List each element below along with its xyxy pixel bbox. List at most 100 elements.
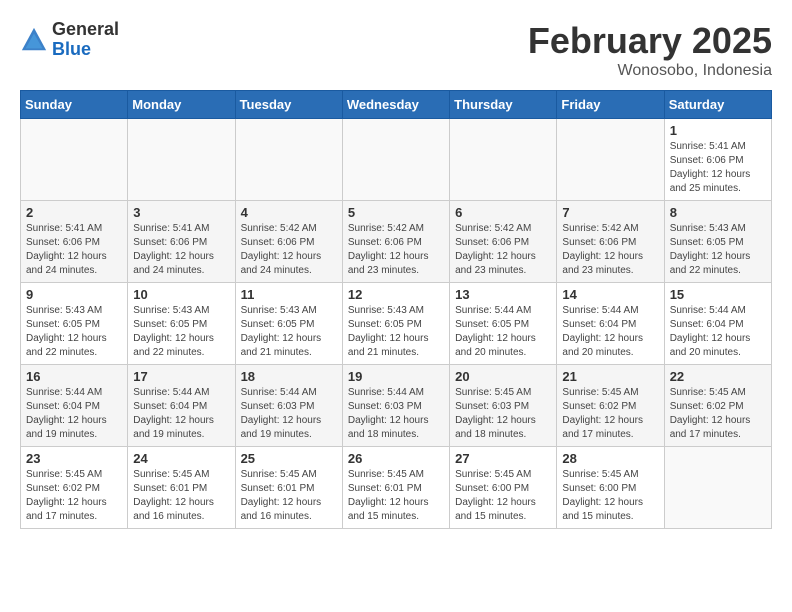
calendar-cell [450, 119, 557, 201]
day-info: Sunrise: 5:42 AM Sunset: 6:06 PM Dayligh… [455, 222, 551, 278]
calendar-cell: 24 Sunrise: 5:45 AM Sunset: 6:01 PM Dayli… [128, 447, 235, 529]
calendar-cell: 3 Sunrise: 5:41 AM Sunset: 6:06 PM Daylig… [128, 201, 235, 283]
day-info: Sunrise: 5:44 AM Sunset: 6:04 PM Dayligh… [562, 304, 658, 360]
day-number: 9 [26, 287, 122, 302]
day-number: 1 [670, 123, 766, 138]
day-info: Sunrise: 5:44 AM Sunset: 6:03 PM Dayligh… [348, 386, 444, 442]
calendar-cell: 19 Sunrise: 5:44 AM Sunset: 6:03 PM Dayli… [342, 365, 449, 447]
day-info: Sunrise: 5:45 AM Sunset: 6:00 PM Dayligh… [562, 468, 658, 524]
day-number: 5 [348, 205, 444, 220]
calendar-cell: 1 Sunrise: 5:41 AM Sunset: 6:06 PM Daylig… [664, 119, 771, 201]
day-number: 11 [241, 287, 337, 302]
title-block: February 2025 Wonosobo, Indonesia [528, 20, 772, 80]
weekday-header-row: SundayMondayTuesdayWednesdayThursdayFrid… [21, 91, 772, 119]
calendar-cell: 26 Sunrise: 5:45 AM Sunset: 6:01 PM Dayli… [342, 447, 449, 529]
calendar-cell: 13 Sunrise: 5:44 AM Sunset: 6:05 PM Dayli… [450, 283, 557, 365]
day-number: 17 [133, 369, 229, 384]
week-row-3: 16Sunrise: 5:44 AM Sunset: 6:04 PM Dayli… [21, 365, 772, 447]
calendar-cell: 27Sunrise: 5:45 AM Sunset: 6:00 PM Dayli… [450, 447, 557, 529]
calendar-cell: 15 Sunrise: 5:44 AM Sunset: 6:04 PM Dayli… [664, 283, 771, 365]
day-number: 15 [670, 287, 766, 302]
day-info: Sunrise: 5:45 AM Sunset: 6:02 PM Dayligh… [26, 468, 122, 524]
day-info: Sunrise: 5:43 AM Sunset: 6:05 PM Dayligh… [348, 304, 444, 360]
calendar-cell: 18 Sunrise: 5:44 AM Sunset: 6:03 PM Dayli… [235, 365, 342, 447]
day-number: 22 [670, 369, 766, 384]
weekday-header-sunday: Sunday [21, 91, 128, 119]
calendar-cell [235, 119, 342, 201]
day-info: Sunrise: 5:41 AM Sunset: 6:06 PM Dayligh… [670, 140, 766, 196]
calendar-cell: 25 Sunrise: 5:45 AM Sunset: 6:01 PM Dayli… [235, 447, 342, 529]
calendar-cell [21, 119, 128, 201]
calendar-cell: 10Sunrise: 5:43 AM Sunset: 6:05 PM Dayli… [128, 283, 235, 365]
day-number: 6 [455, 205, 551, 220]
week-row-0: 1 Sunrise: 5:41 AM Sunset: 6:06 PM Daylig… [21, 119, 772, 201]
calendar-cell [664, 447, 771, 529]
day-info: Sunrise: 5:44 AM Sunset: 6:04 PM Dayligh… [670, 304, 766, 360]
week-row-4: 23 Sunrise: 5:45 AM Sunset: 6:02 PM Dayli… [21, 447, 772, 529]
day-number: 28 [562, 451, 658, 466]
logo-icon [20, 26, 48, 54]
calendar-cell [128, 119, 235, 201]
weekday-header-saturday: Saturday [664, 91, 771, 119]
day-number: 10 [133, 287, 229, 302]
day-number: 7 [562, 205, 658, 220]
calendar-cell [342, 119, 449, 201]
calendar-cell: 17 Sunrise: 5:44 AM Sunset: 6:04 PM Dayli… [128, 365, 235, 447]
day-number: 3 [133, 205, 229, 220]
day-number: 12 [348, 287, 444, 302]
logo-general-text: General [52, 20, 119, 40]
day-info: Sunrise: 5:42 AM Sunset: 6:06 PM Dayligh… [348, 222, 444, 278]
calendar-table: SundayMondayTuesdayWednesdayThursdayFrid… [20, 90, 772, 529]
day-number: 19 [348, 369, 444, 384]
location: Wonosobo, Indonesia [528, 62, 772, 80]
day-number: 21 [562, 369, 658, 384]
logo: General Blue [20, 20, 119, 60]
calendar-cell: 22 Sunrise: 5:45 AM Sunset: 6:02 PM Dayli… [664, 365, 771, 447]
day-info: Sunrise: 5:45 AM Sunset: 6:03 PM Dayligh… [455, 386, 551, 442]
day-info: Sunrise: 5:42 AM Sunset: 6:06 PM Dayligh… [562, 222, 658, 278]
day-number: 20 [455, 369, 551, 384]
day-info: Sunrise: 5:45 AM Sunset: 6:01 PM Dayligh… [241, 468, 337, 524]
calendar-cell: 7 Sunrise: 5:42 AM Sunset: 6:06 PM Daylig… [557, 201, 664, 283]
weekday-header-friday: Friday [557, 91, 664, 119]
calendar-cell: 2 Sunrise: 5:41 AM Sunset: 6:06 PM Daylig… [21, 201, 128, 283]
day-number: 13 [455, 287, 551, 302]
day-number: 18 [241, 369, 337, 384]
month-title: February 2025 [528, 20, 772, 62]
calendar-cell: 5 Sunrise: 5:42 AM Sunset: 6:06 PM Daylig… [342, 201, 449, 283]
day-info: Sunrise: 5:44 AM Sunset: 6:04 PM Dayligh… [26, 386, 122, 442]
day-info: Sunrise: 5:45 AM Sunset: 6:02 PM Dayligh… [670, 386, 766, 442]
day-info: Sunrise: 5:44 AM Sunset: 6:04 PM Dayligh… [133, 386, 229, 442]
day-info: Sunrise: 5:44 AM Sunset: 6:03 PM Dayligh… [241, 386, 337, 442]
logo-blue-text: Blue [52, 40, 119, 60]
day-info: Sunrise: 5:45 AM Sunset: 6:01 PM Dayligh… [348, 468, 444, 524]
calendar-cell: 12 Sunrise: 5:43 AM Sunset: 6:05 PM Dayli… [342, 283, 449, 365]
day-info: Sunrise: 5:45 AM Sunset: 6:02 PM Dayligh… [562, 386, 658, 442]
day-info: Sunrise: 5:43 AM Sunset: 6:05 PM Dayligh… [26, 304, 122, 360]
day-info: Sunrise: 5:45 AM Sunset: 6:01 PM Dayligh… [133, 468, 229, 524]
weekday-header-thursday: Thursday [450, 91, 557, 119]
calendar-cell: 4 Sunrise: 5:42 AM Sunset: 6:06 PM Daylig… [235, 201, 342, 283]
day-number: 2 [26, 205, 122, 220]
weekday-header-tuesday: Tuesday [235, 91, 342, 119]
day-info: Sunrise: 5:43 AM Sunset: 6:05 PM Dayligh… [241, 304, 337, 360]
day-number: 26 [348, 451, 444, 466]
day-number: 23 [26, 451, 122, 466]
logo-text: General Blue [52, 20, 119, 60]
day-number: 4 [241, 205, 337, 220]
day-info: Sunrise: 5:44 AM Sunset: 6:05 PM Dayligh… [455, 304, 551, 360]
day-number: 24 [133, 451, 229, 466]
calendar-cell: 21 Sunrise: 5:45 AM Sunset: 6:02 PM Dayli… [557, 365, 664, 447]
day-info: Sunrise: 5:41 AM Sunset: 6:06 PM Dayligh… [133, 222, 229, 278]
week-row-1: 2 Sunrise: 5:41 AM Sunset: 6:06 PM Daylig… [21, 201, 772, 283]
day-number: 27 [455, 451, 551, 466]
calendar-cell: 11 Sunrise: 5:43 AM Sunset: 6:05 PM Dayli… [235, 283, 342, 365]
day-info: Sunrise: 5:43 AM Sunset: 6:05 PM Dayligh… [670, 222, 766, 278]
day-number: 25 [241, 451, 337, 466]
calendar-cell: 14Sunrise: 5:44 AM Sunset: 6:04 PM Dayli… [557, 283, 664, 365]
weekday-header-monday: Monday [128, 91, 235, 119]
day-info: Sunrise: 5:42 AM Sunset: 6:06 PM Dayligh… [241, 222, 337, 278]
weekday-header-wednesday: Wednesday [342, 91, 449, 119]
day-info: Sunrise: 5:41 AM Sunset: 6:06 PM Dayligh… [26, 222, 122, 278]
calendar-cell: 28 Sunrise: 5:45 AM Sunset: 6:00 PM Dayli… [557, 447, 664, 529]
